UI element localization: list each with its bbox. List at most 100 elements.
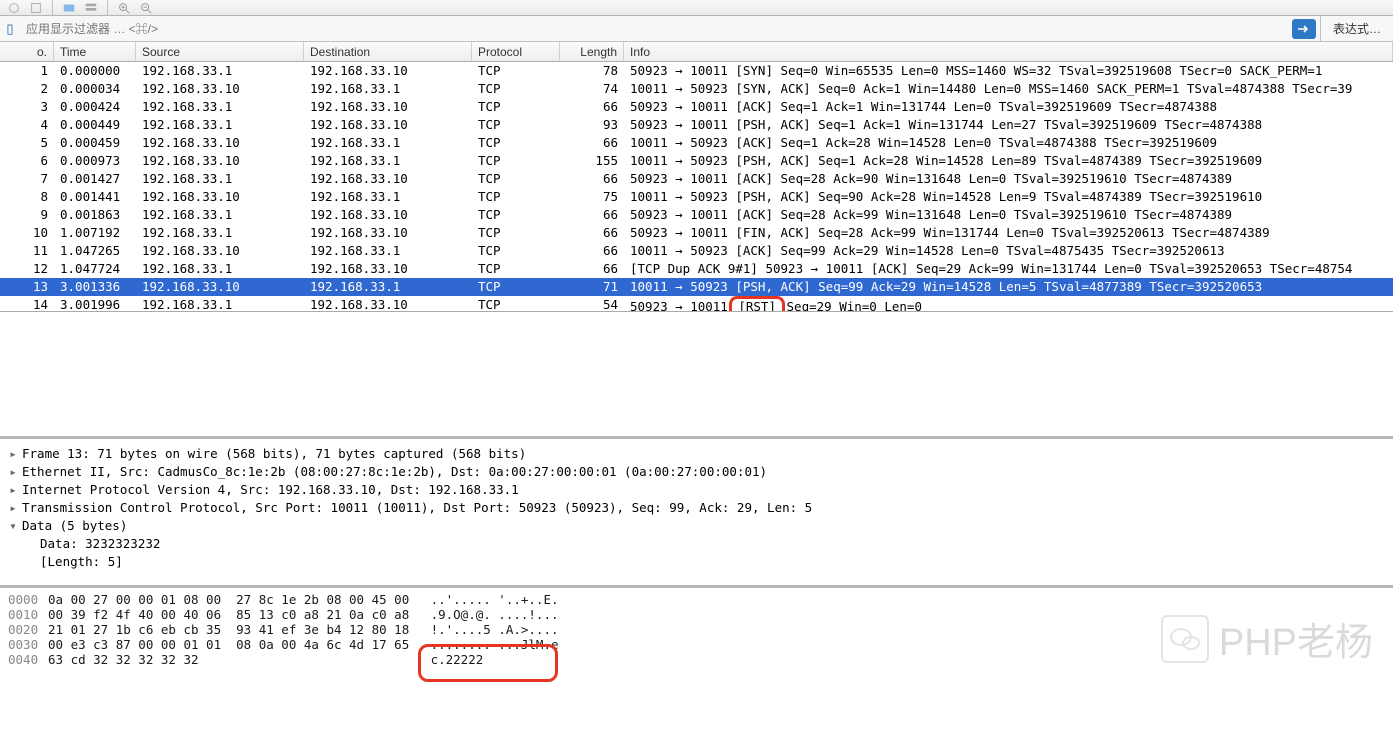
- packet-row[interactable]: 121.047724192.168.33.1192.168.33.10TCP66…: [0, 260, 1393, 278]
- hex-offset: 0000: [8, 592, 48, 607]
- packet-row[interactable]: 30.000424192.168.33.1192.168.33.10TCP665…: [0, 98, 1393, 116]
- cell-info: 10011 → 50923 [PSH, ACK] Seq=99 Ack=29 W…: [624, 278, 1393, 296]
- packet-row[interactable]: 101.007192192.168.33.1192.168.33.10TCP66…: [0, 224, 1393, 242]
- detail-text: Data: 3232323232: [22, 535, 160, 553]
- toolbar-icon[interactable]: [83, 0, 99, 16]
- toolbar-icon[interactable]: [28, 0, 44, 16]
- tree-twisty-icon: [8, 553, 18, 571]
- cell-info: 10011 → 50923 [PSH, ACK] Seq=90 Ack=28 W…: [624, 188, 1393, 206]
- cell-source: 192.168.33.10: [136, 152, 304, 170]
- cell-protocol: TCP: [472, 80, 560, 98]
- toolbar-icon[interactable]: [61, 0, 77, 16]
- cell-time: 1.047724: [54, 260, 136, 278]
- hex-row[interactable]: 00000a 00 27 00 00 01 08 00 27 8c 1e 2b …: [8, 592, 1385, 607]
- hex-row[interactable]: 002021 01 27 1b c6 eb cb 35 93 41 ef 3e …: [8, 622, 1385, 637]
- expression-button[interactable]: 表达式…: [1320, 16, 1393, 41]
- packet-row[interactable]: 40.000449192.168.33.1192.168.33.10TCP935…: [0, 116, 1393, 134]
- cell-info: 50923 → 10011 [RST] Seq=29 Win=0 Len=0: [624, 296, 1393, 312]
- cell-time: 0.000449: [54, 116, 136, 134]
- bookmark-icon[interactable]: ▯: [0, 21, 20, 37]
- cell-info: 10011 → 50923 [PSH, ACK] Seq=1 Ack=28 Wi…: [624, 152, 1393, 170]
- row-gutter: [0, 188, 10, 206]
- cell-destination: 192.168.33.10: [304, 170, 472, 188]
- cell-protocol: TCP: [472, 224, 560, 242]
- hex-row[interactable]: 001000 39 f2 4f 40 00 40 06 85 13 c0 a8 …: [8, 607, 1385, 622]
- cell-no: 8: [10, 188, 54, 206]
- cell-no: 14: [10, 296, 54, 312]
- row-gutter: [0, 134, 10, 152]
- detail-tree-row[interactable]: Data: 3232323232: [8, 535, 1385, 553]
- detail-tree-row[interactable]: ▸Ethernet II, Src: CadmusCo_8c:1e:2b (08…: [8, 463, 1385, 481]
- packet-row[interactable]: 70.001427192.168.33.1192.168.33.10TCP665…: [0, 170, 1393, 188]
- cell-protocol: TCP: [472, 152, 560, 170]
- cell-source: 192.168.33.10: [136, 80, 304, 98]
- hex-offset: 0010: [8, 607, 48, 622]
- zoom-in-icon[interactable]: [116, 0, 132, 16]
- cell-protocol: TCP: [472, 260, 560, 278]
- cell-no: 11: [10, 242, 54, 260]
- display-filter-input[interactable]: [20, 17, 1292, 41]
- hex-row[interactable]: 004063 cd 32 32 32 32 32 c.22222: [8, 652, 1385, 667]
- packet-details-pane[interactable]: ▸Frame 13: 71 bytes on wire (568 bits), …: [0, 436, 1393, 588]
- row-gutter: [0, 278, 10, 296]
- detail-tree-row[interactable]: ▾Data (5 bytes): [8, 517, 1385, 535]
- cell-info: 50923 → 10011 [SYN] Seq=0 Win=65535 Len=…: [624, 62, 1393, 80]
- hex-ascii: !.'....5 .A.>....: [408, 622, 559, 637]
- cell-time: 3.001336: [54, 278, 136, 296]
- tree-twisty-icon[interactable]: ▸: [8, 499, 18, 517]
- cell-length: 74: [560, 80, 624, 98]
- annotation-highlight-box: [418, 644, 558, 682]
- cell-no: 13: [10, 278, 54, 296]
- display-filter-bar: ▯ 表达式…: [0, 16, 1393, 42]
- cell-info: 10011 → 50923 [ACK] Seq=1 Ack=28 Win=145…: [624, 134, 1393, 152]
- col-header-destination[interactable]: Destination: [304, 42, 472, 61]
- cell-time: 3.001996: [54, 296, 136, 312]
- cell-info: 50923 → 10011 [ACK] Seq=28 Ack=90 Win=13…: [624, 170, 1393, 188]
- row-gutter: [0, 170, 10, 188]
- packet-row[interactable]: 90.001863192.168.33.1192.168.33.10TCP665…: [0, 206, 1393, 224]
- cell-protocol: TCP: [472, 242, 560, 260]
- detail-tree-row[interactable]: ▸Internet Protocol Version 4, Src: 192.1…: [8, 481, 1385, 499]
- hex-row[interactable]: 003000 e3 c3 87 00 00 01 01 08 0a 00 4a …: [8, 637, 1385, 652]
- cell-protocol: TCP: [472, 62, 560, 80]
- packet-list-pane: o. Time Source Destination Protocol Leng…: [0, 42, 1393, 312]
- packet-row[interactable]: 111.047265192.168.33.10192.168.33.1TCP66…: [0, 242, 1393, 260]
- packet-row[interactable]: 143.001996192.168.33.1192.168.33.10TCP54…: [0, 296, 1393, 312]
- cell-protocol: TCP: [472, 170, 560, 188]
- packet-row[interactable]: 60.000973192.168.33.10192.168.33.1TCP155…: [0, 152, 1393, 170]
- zoom-out-icon[interactable]: [138, 0, 154, 16]
- cell-source: 192.168.33.1: [136, 296, 304, 312]
- detail-tree-row[interactable]: ▸Transmission Control Protocol, Src Port…: [8, 499, 1385, 517]
- packet-row[interactable]: 20.000034192.168.33.10192.168.33.1TCP741…: [0, 80, 1393, 98]
- tree-twisty-icon[interactable]: ▸: [8, 463, 18, 481]
- cell-protocol: TCP: [472, 278, 560, 296]
- apply-filter-button[interactable]: [1292, 19, 1316, 39]
- cell-time: 0.001427: [54, 170, 136, 188]
- cell-length: 155: [560, 152, 624, 170]
- tree-twisty-icon[interactable]: ▸: [8, 445, 18, 463]
- cell-length: 66: [560, 170, 624, 188]
- packet-row[interactable]: 80.001441192.168.33.10192.168.33.1TCP751…: [0, 188, 1393, 206]
- detail-tree-row[interactable]: [Length: 5]: [8, 553, 1385, 571]
- packet-row[interactable]: 10.000000192.168.33.1192.168.33.10TCP785…: [0, 62, 1393, 80]
- packet-bytes-pane[interactable]: 00000a 00 27 00 00 01 08 00 27 8c 1e 2b …: [0, 588, 1393, 736]
- hex-bytes: 63 cd 32 32 32 32 32: [48, 652, 408, 667]
- col-header-protocol[interactable]: Protocol: [472, 42, 560, 61]
- detail-tree-row[interactable]: ▸Frame 13: 71 bytes on wire (568 bits), …: [8, 445, 1385, 463]
- col-header-time[interactable]: Time: [54, 42, 136, 61]
- tree-twisty-icon[interactable]: ▾: [8, 517, 18, 535]
- col-header-length[interactable]: Length: [560, 42, 624, 61]
- cell-source: 192.168.33.1: [136, 62, 304, 80]
- packet-row[interactable]: 133.001336192.168.33.10192.168.33.1TCP71…: [0, 278, 1393, 296]
- cell-destination: 192.168.33.10: [304, 98, 472, 116]
- row-gutter: [0, 206, 10, 224]
- col-header-no[interactable]: o.: [10, 42, 54, 61]
- cell-length: 66: [560, 134, 624, 152]
- cell-time: 0.000459: [54, 134, 136, 152]
- packet-row[interactable]: 50.000459192.168.33.10192.168.33.1TCP661…: [0, 134, 1393, 152]
- col-header-source[interactable]: Source: [136, 42, 304, 61]
- tree-twisty-icon[interactable]: ▸: [8, 481, 18, 499]
- toolbar-icon[interactable]: [6, 0, 22, 16]
- col-header-info[interactable]: Info: [624, 42, 1393, 61]
- cell-no: 10: [10, 224, 54, 242]
